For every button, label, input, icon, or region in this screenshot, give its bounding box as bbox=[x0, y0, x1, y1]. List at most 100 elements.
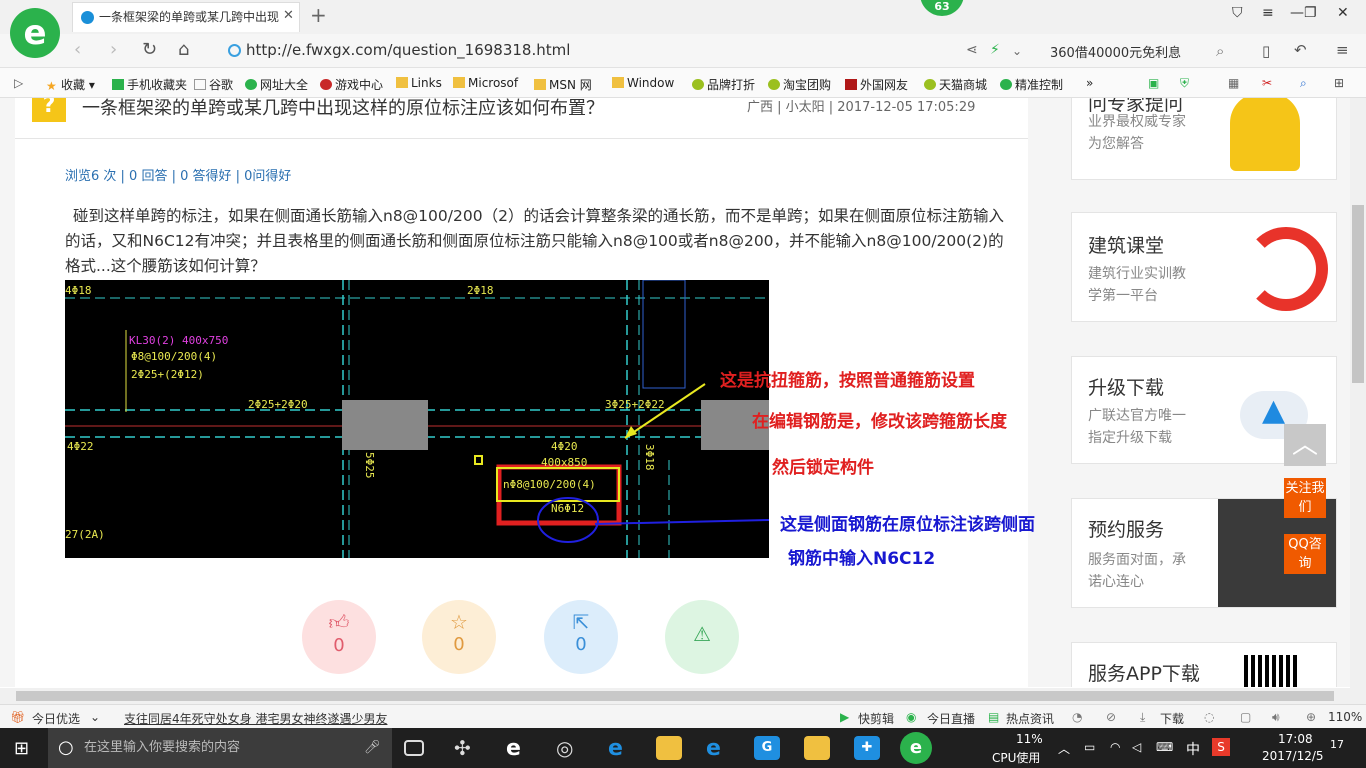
cad-label: 5Φ25 bbox=[363, 452, 376, 479]
browser-e-icon[interactable]: e bbox=[506, 736, 532, 761]
bookmark-item[interactable]: MSN 网 bbox=[534, 76, 592, 93]
qq-consult-button[interactable]: QQ咨询 bbox=[1284, 534, 1326, 574]
360-browser-icon[interactable]: e bbox=[900, 732, 932, 764]
book-icon[interactable]: ▣ bbox=[1148, 76, 1159, 90]
flag-icon bbox=[845, 79, 857, 90]
bookmark-item[interactable]: 外国网友 bbox=[845, 76, 908, 93]
minimize-button[interactable]: — bbox=[1290, 5, 1304, 21]
maximize-button[interactable]: ❐ bbox=[1304, 5, 1317, 21]
url-input[interactable]: http://e.fwxgx.com/question_1698318.html bbox=[246, 41, 570, 59]
live-link[interactable]: 今日直播 bbox=[927, 710, 975, 727]
close-window-button[interactable]: ✕ bbox=[1337, 5, 1349, 21]
keyboard-icon[interactable]: ⌨ bbox=[1156, 740, 1173, 754]
task-view-icon[interactable] bbox=[404, 740, 424, 756]
window-icon[interactable]: ▢ bbox=[1240, 710, 1251, 724]
new-tab-button[interactable]: + bbox=[310, 3, 327, 27]
shirt-icon[interactable]: ⛉ bbox=[1232, 5, 1243, 21]
menu-icon[interactable]: ≡ bbox=[1262, 5, 1274, 21]
close-tab-icon[interactable]: ✕ bbox=[283, 8, 294, 23]
wifi-icon[interactable]: ◠ bbox=[1110, 740, 1120, 754]
refresh-icon[interactable]: ↻ bbox=[142, 39, 157, 60]
bookmark-item[interactable]: Links bbox=[396, 76, 442, 90]
browser-tab[interactable]: 一条框架梁的单跨或某几跨中出现 bbox=[72, 2, 300, 32]
taskbar-search-input[interactable]: ○ 在这里输入你要搜索的内容 🎤︎ bbox=[48, 728, 392, 768]
hot-news-link[interactable]: 热点资讯 bbox=[1006, 710, 1054, 727]
today-picks[interactable]: 今日优选 bbox=[32, 710, 80, 727]
clean-icon[interactable]: ◌ bbox=[1204, 710, 1214, 724]
horizontal-scroll-thumb[interactable] bbox=[16, 691, 1334, 701]
mobile-icon[interactable]: ▯ bbox=[1262, 42, 1270, 60]
bookmark-item[interactable]: Window bbox=[612, 76, 674, 90]
bookmark-item[interactable]: 精准控制 bbox=[1000, 76, 1063, 93]
notification-badge[interactable]: 63 bbox=[920, 0, 964, 16]
edge-icon[interactable]: e bbox=[608, 736, 634, 761]
bookmark-item[interactable]: 品牌打折 bbox=[692, 76, 755, 93]
scissors-icon[interactable]: ✂ bbox=[1262, 76, 1272, 90]
forward-icon[interactable]: › bbox=[110, 39, 117, 60]
bookmark-item[interactable]: 谷歌 bbox=[194, 76, 233, 93]
block-icon[interactable]: ⊘ bbox=[1106, 710, 1116, 724]
windows-start-icon[interactable]: ⊞ bbox=[14, 738, 29, 759]
search-icon[interactable]: ⌕ bbox=[1216, 42, 1224, 60]
vertical-scroll-thumb[interactable] bbox=[1352, 205, 1364, 383]
file-explorer-icon[interactable] bbox=[656, 736, 682, 760]
share-button[interactable]: ⇱ 0 bbox=[544, 600, 618, 674]
magnifier-icon[interactable]: ⌕ bbox=[1300, 76, 1307, 91]
like-button[interactable]: 👍︎ 0 bbox=[302, 600, 376, 674]
quickcut-link[interactable]: 快剪辑 bbox=[858, 710, 894, 727]
notes-app-icon[interactable] bbox=[804, 736, 830, 760]
bookmark-item[interactable]: 淘宝团购 bbox=[768, 76, 831, 93]
back-icon[interactable]: ‹ bbox=[74, 39, 81, 60]
sidebar-card-classroom[interactable]: 建筑课堂 建筑行业实训教 学第一平台 bbox=[1071, 212, 1337, 322]
lightning-icon[interactable]: ⚡ bbox=[990, 42, 1000, 58]
volume-icon[interactable]: 🔊︎ bbox=[1272, 710, 1280, 725]
clock-time[interactable]: 17:08 bbox=[1278, 732, 1313, 746]
browser-logo[interactable]: e bbox=[10, 8, 60, 58]
chevron-up-icon[interactable]: ︿ bbox=[1058, 740, 1070, 757]
clock-date[interactable]: 2017/12/5 bbox=[1262, 749, 1324, 763]
bookmarks-more[interactable]: » bbox=[1086, 76, 1093, 90]
bookmark-item[interactable]: 手机收藏夹 bbox=[112, 76, 187, 93]
volume-icon[interactable]: ◁ bbox=[1132, 740, 1141, 754]
apps-icon[interactable]: ⊞ bbox=[1334, 76, 1344, 90]
microphone-icon[interactable]: 🎤︎ bbox=[364, 728, 381, 768]
ime-indicator[interactable]: 中 bbox=[1186, 739, 1200, 759]
grid-icon[interactable]: ▦ bbox=[1228, 76, 1239, 90]
sogou-icon[interactable]: S bbox=[1212, 738, 1230, 756]
fan-app-icon[interactable]: ✣ bbox=[454, 736, 480, 760]
ie-icon[interactable]: e bbox=[706, 736, 732, 761]
promo-text[interactable]: 360借40000元免利息 bbox=[1050, 42, 1181, 61]
bookmark-item[interactable]: 网址大全 bbox=[245, 76, 308, 93]
phone-icon bbox=[112, 79, 124, 90]
home-icon[interactable]: ⌂ bbox=[178, 39, 189, 60]
sidebar-card-ask-expert[interactable]: 问专家提问 业界最权威专家 为您解答 bbox=[1071, 98, 1337, 180]
favorite-button[interactable]: ☆ 0 bbox=[422, 600, 496, 674]
cpu-label: CPU使用 bbox=[992, 751, 1041, 765]
plus-app-icon[interactable]: ✚ bbox=[854, 736, 880, 760]
chevron-down-icon[interactable]: ⌄ bbox=[90, 710, 100, 724]
news-ticker[interactable]: 支往同居4年死守处女身 港宅男女神终遂遇少男友 bbox=[124, 710, 387, 727]
sidebar-card-app-download[interactable]: 服务APP下载 bbox=[1071, 642, 1337, 687]
menu-icon[interactable]: ≡ bbox=[1336, 41, 1349, 59]
speed-icon[interactable]: ◔ bbox=[1072, 710, 1082, 724]
download-link[interactable]: 下载 bbox=[1160, 710, 1184, 727]
vertical-scrollbar[interactable] bbox=[1350, 98, 1366, 688]
bookmark-item[interactable]: Microsof bbox=[453, 76, 518, 90]
follow-us-button[interactable]: 关注我们 bbox=[1284, 478, 1326, 518]
back-to-top-button[interactable]: ︿ bbox=[1284, 424, 1326, 466]
report-button[interactable]: ⚠ bbox=[665, 600, 739, 674]
bookmark-item[interactable]: 天猫商城 bbox=[924, 76, 987, 93]
undo-icon[interactable]: ↶ bbox=[1294, 41, 1307, 59]
zoom-level[interactable]: 110% bbox=[1328, 710, 1362, 724]
collapse-icon[interactable]: ▷ bbox=[14, 76, 23, 90]
notification-count[interactable]: 17 bbox=[1330, 738, 1344, 751]
share-icon[interactable]: ⋖ bbox=[966, 42, 978, 58]
g-app-icon[interactable]: G bbox=[754, 736, 780, 760]
bookmark-item[interactable]: ★ 收藏 ▾ bbox=[46, 76, 95, 93]
shield-icon[interactable]: ⛨ bbox=[1180, 76, 1189, 91]
dropdown-icon[interactable]: ⌄ bbox=[1012, 44, 1022, 58]
bookmark-item[interactable]: 游戏中心 bbox=[320, 76, 383, 93]
battery-icon[interactable]: ▭ bbox=[1084, 740, 1095, 754]
spiral-app-icon[interactable]: ◎ bbox=[556, 736, 582, 760]
question-stats[interactable]: 浏览6 次 | 0 回答 | 0 答得好 | 0问得好 bbox=[65, 165, 291, 184]
